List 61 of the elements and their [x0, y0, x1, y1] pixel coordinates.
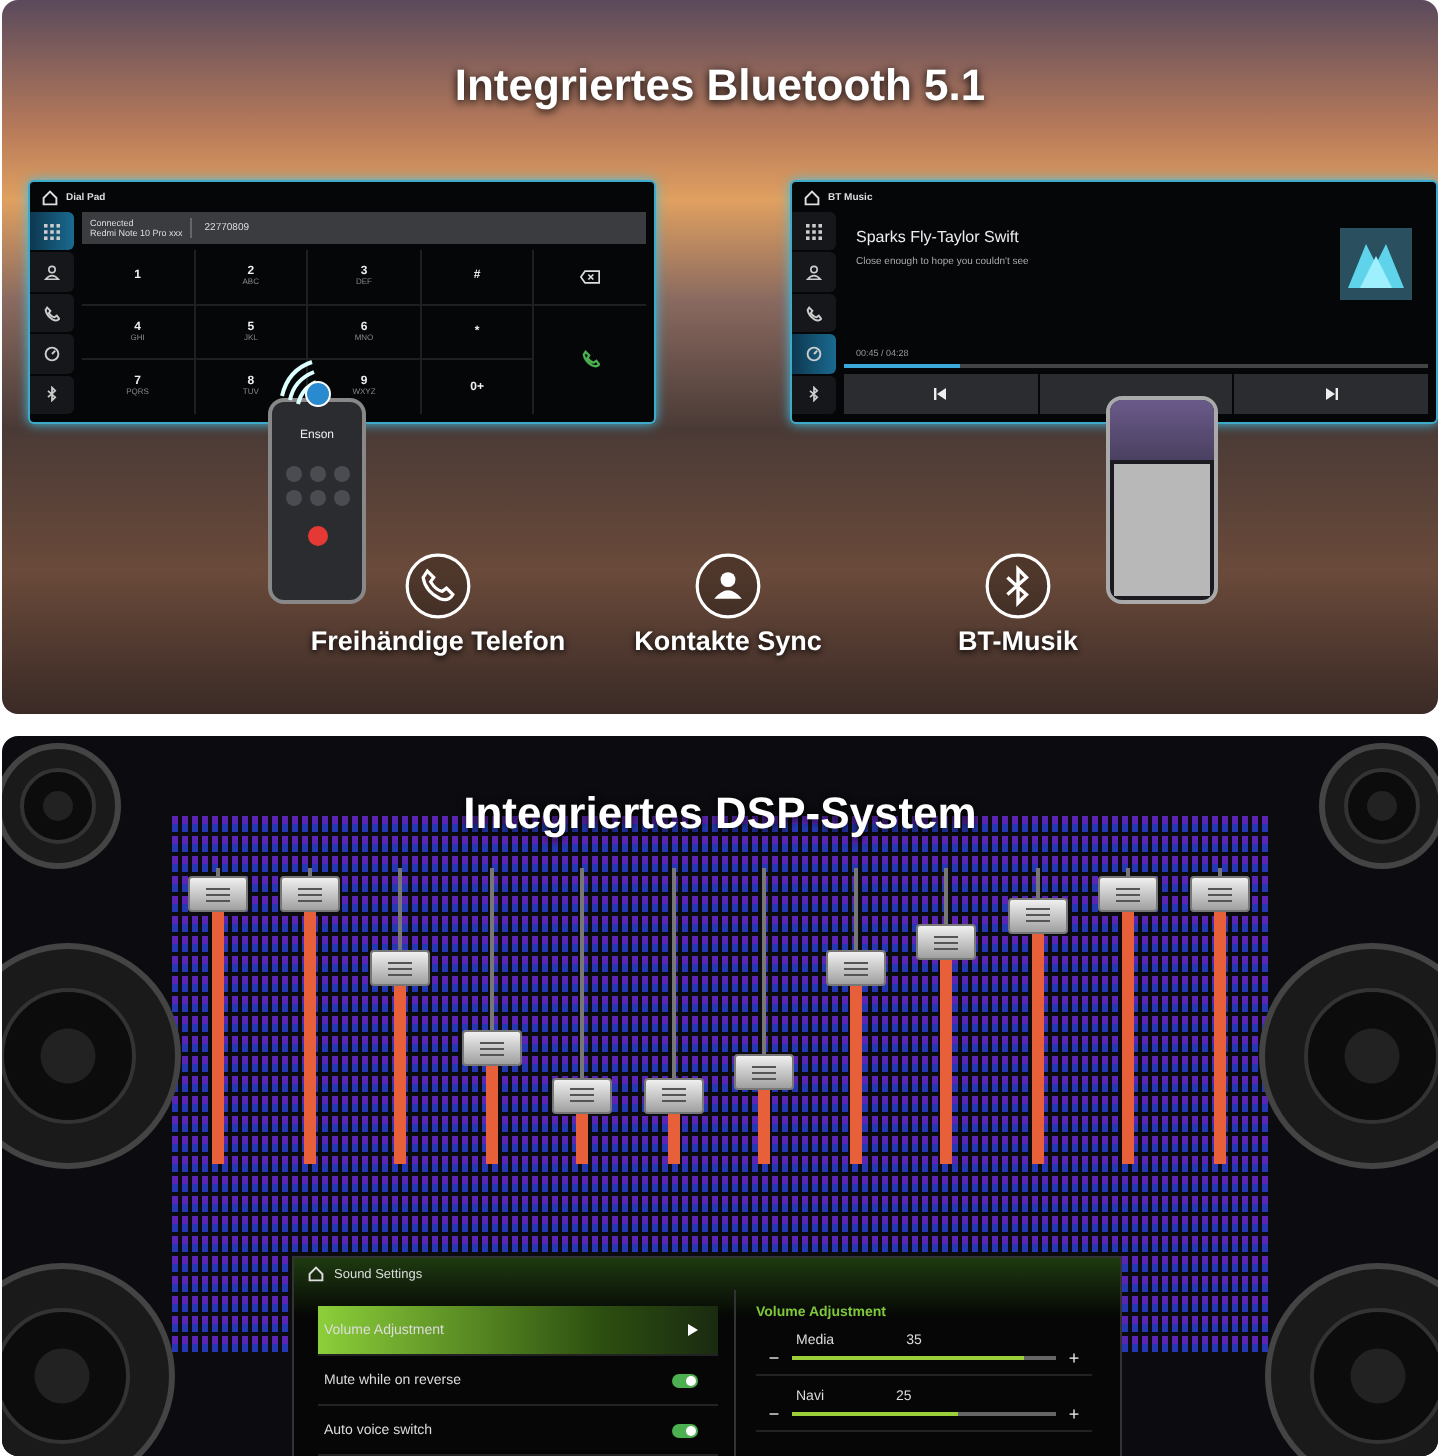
increase-button[interactable]: + [1056, 1348, 1092, 1368]
speaker-drawing [1318, 742, 1438, 870]
fader-knob[interactable] [279, 876, 340, 913]
speaker-drawing [2, 742, 122, 870]
home-icon[interactable] [42, 189, 58, 205]
fader-knob[interactable] [188, 876, 248, 913]
fader-knob[interactable] [734, 1054, 795, 1091]
fader-knob[interactable] [1098, 876, 1159, 913]
next-icon [1325, 388, 1338, 400]
decrease-button[interactable]: − [756, 1348, 792, 1368]
music-app-panel [1110, 400, 1214, 460]
fader-knob[interactable] [370, 950, 431, 987]
banner-title: Integriertes Bluetooth 5.1 [454, 60, 986, 112]
sidebar-item[interactable] [792, 375, 836, 415]
toggle-switch[interactable] [672, 1373, 698, 1387]
banner-title: Integriertes DSP-System [463, 788, 977, 840]
feature-label: BT-Musik [957, 626, 1078, 656]
backspace-key[interactable] [534, 250, 646, 304]
sidebar-item[interactable] [792, 293, 836, 333]
decrease-button[interactable]: − [756, 1404, 792, 1424]
feature-label: Kontakte Sync [634, 626, 822, 656]
home-icon[interactable] [804, 189, 820, 205]
phone-icon [806, 305, 822, 322]
sidebar-item[interactable] [30, 212, 74, 251]
fader-knob[interactable] [552, 1077, 613, 1114]
keypad-icon [44, 223, 60, 240]
sidebar-item[interactable] [792, 252, 836, 292]
toggle-switch[interactable] [672, 1423, 698, 1437]
keypad-icon [806, 223, 822, 240]
previous-icon [934, 388, 947, 400]
home-icon[interactable] [308, 1266, 324, 1282]
fader-knob[interactable] [825, 950, 886, 987]
bluetooth-icon [984, 552, 1052, 620]
feature-label: Freihändige Telefon [310, 626, 566, 656]
phone-icon [44, 305, 60, 322]
album-art [1340, 228, 1412, 300]
sidebar-item[interactable] [30, 375, 74, 415]
sidebar-item[interactable] [792, 212, 836, 251]
gauge-icon [44, 345, 60, 362]
song-title: Sparks Fly-Taylor Swift [856, 228, 1021, 246]
bluetooth-icon [44, 386, 60, 403]
bluetooth-icon [806, 386, 822, 403]
fader-knob[interactable] [916, 924, 977, 960]
contact-icon [44, 264, 60, 281]
backspace-icon [580, 269, 601, 284]
gauge-icon [806, 345, 822, 362]
triangle-icon [688, 1324, 698, 1336]
sidebar-item[interactable] [30, 334, 74, 374]
fader-knob[interactable] [1189, 876, 1250, 913]
phone-icon [404, 552, 472, 620]
fader-knob[interactable] [643, 1077, 704, 1114]
sidebar-item[interactable] [30, 252, 74, 292]
contacts-icon [694, 552, 762, 620]
fader-knob[interactable] [1007, 897, 1068, 934]
fader-knob[interactable] [461, 1030, 522, 1067]
hang-up-button[interactable] [307, 526, 327, 546]
sidebar-item[interactable] [792, 334, 836, 374]
contact-icon [806, 264, 822, 281]
increase-button[interactable]: + [1056, 1404, 1092, 1424]
sidebar-item[interactable] [30, 293, 74, 333]
phone-icon [581, 350, 600, 369]
